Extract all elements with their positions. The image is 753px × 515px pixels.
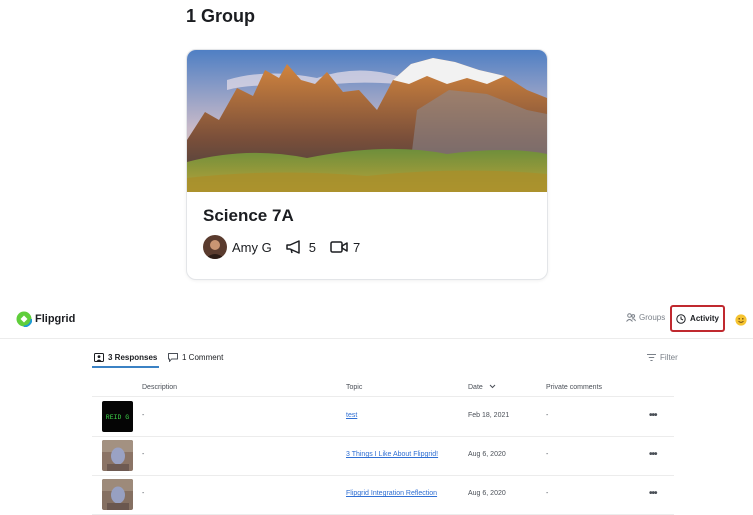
activity-tabs: 3 Responses 1 Comment Filter [91,348,682,368]
cell-topic-link[interactable]: Flipgrid Integration Reflection [346,490,437,497]
table-row[interactable]: REID G - test Feb 18, 2021 - ••• [92,397,674,437]
megaphone-icon [285,240,304,254]
table-row[interactable]: - 3 Things I Like About Flipgrid! Aug 6,… [92,436,674,476]
cell-private-comments: - [546,451,549,458]
owner-name: Amy G [232,239,272,255]
response-thumbnail[interactable]: REID G [102,401,133,432]
filter-button[interactable]: Filter [647,348,678,366]
cell-date: Aug 6, 2020 [468,490,506,497]
owner-avatar [203,235,227,259]
nav-activity-link[interactable]: Activity [670,305,725,332]
column-header-date[interactable]: Date [468,384,496,391]
group-cover-image [187,50,547,192]
tab-responses-label: 3 Responses [108,352,158,362]
cell-topic-link[interactable]: test [346,412,357,419]
column-header-private-comments: Private comments [546,384,603,391]
tab-comments-label: 1 Comment [182,352,224,362]
cell-description: - [142,412,145,419]
cell-date: Aug 6, 2020 [468,451,506,458]
people-icon [626,313,636,322]
nav-groups-link[interactable]: Groups [626,313,665,322]
smiley-icon[interactable] [735,314,747,326]
column-header-topic: Topic [346,384,363,391]
thumbnail-caption: REID G [106,414,130,421]
tab-responses[interactable]: 3 Responses [91,348,160,368]
filter-label: Filter [660,352,678,362]
column-header-description: Description [142,384,178,391]
response-thumbnail[interactable] [102,479,133,510]
videos-count: 7 [352,239,361,255]
cell-description: - [142,490,145,497]
table-row[interactable]: - Flipgrid Integration Reflection Aug 6,… [92,475,674,515]
more-options-button[interactable]: ••• [649,449,657,460]
video-camera-icon [330,240,348,254]
response-thumbnail[interactable] [102,440,133,471]
chevron-down-icon [489,384,496,389]
more-options-button[interactable]: ••• [649,488,657,499]
more-options-button[interactable]: ••• [649,410,657,421]
nav-groups-label: Groups [639,313,666,322]
group-count-heading: 1 Group [186,6,256,26]
comment-icon [168,352,178,362]
flipgrid-logo-icon [16,311,32,327]
filter-icon [647,353,656,361]
clock-icon [676,313,686,324]
group-title: Science 7A [203,206,294,225]
cell-topic-link[interactable]: 3 Things I Like About Flipgrid! [346,451,438,458]
cell-private-comments: - [546,490,549,497]
tab-comments[interactable]: 1 Comment [168,348,223,366]
group-card-science-7a[interactable]: Science 7A Amy G 5 7 [186,49,548,280]
response-icon [94,352,104,362]
topics-count: 5 [308,239,316,255]
cell-description: - [142,451,145,458]
logo-text: Flipgrid [35,313,76,325]
nav-activity-label: Activity [690,314,719,323]
responses-table-header: Description Topic Date Private comments [92,380,674,397]
flipgrid-logo[interactable]: Flipgrid [16,311,75,327]
cell-private-comments: - [546,412,549,419]
group-meta-row: Amy G 5 7 [203,235,360,259]
cell-date: Feb 18, 2021 [468,412,510,419]
app-header: Flipgrid Groups Activity [0,300,753,339]
column-header-date-label: Date [468,384,483,391]
